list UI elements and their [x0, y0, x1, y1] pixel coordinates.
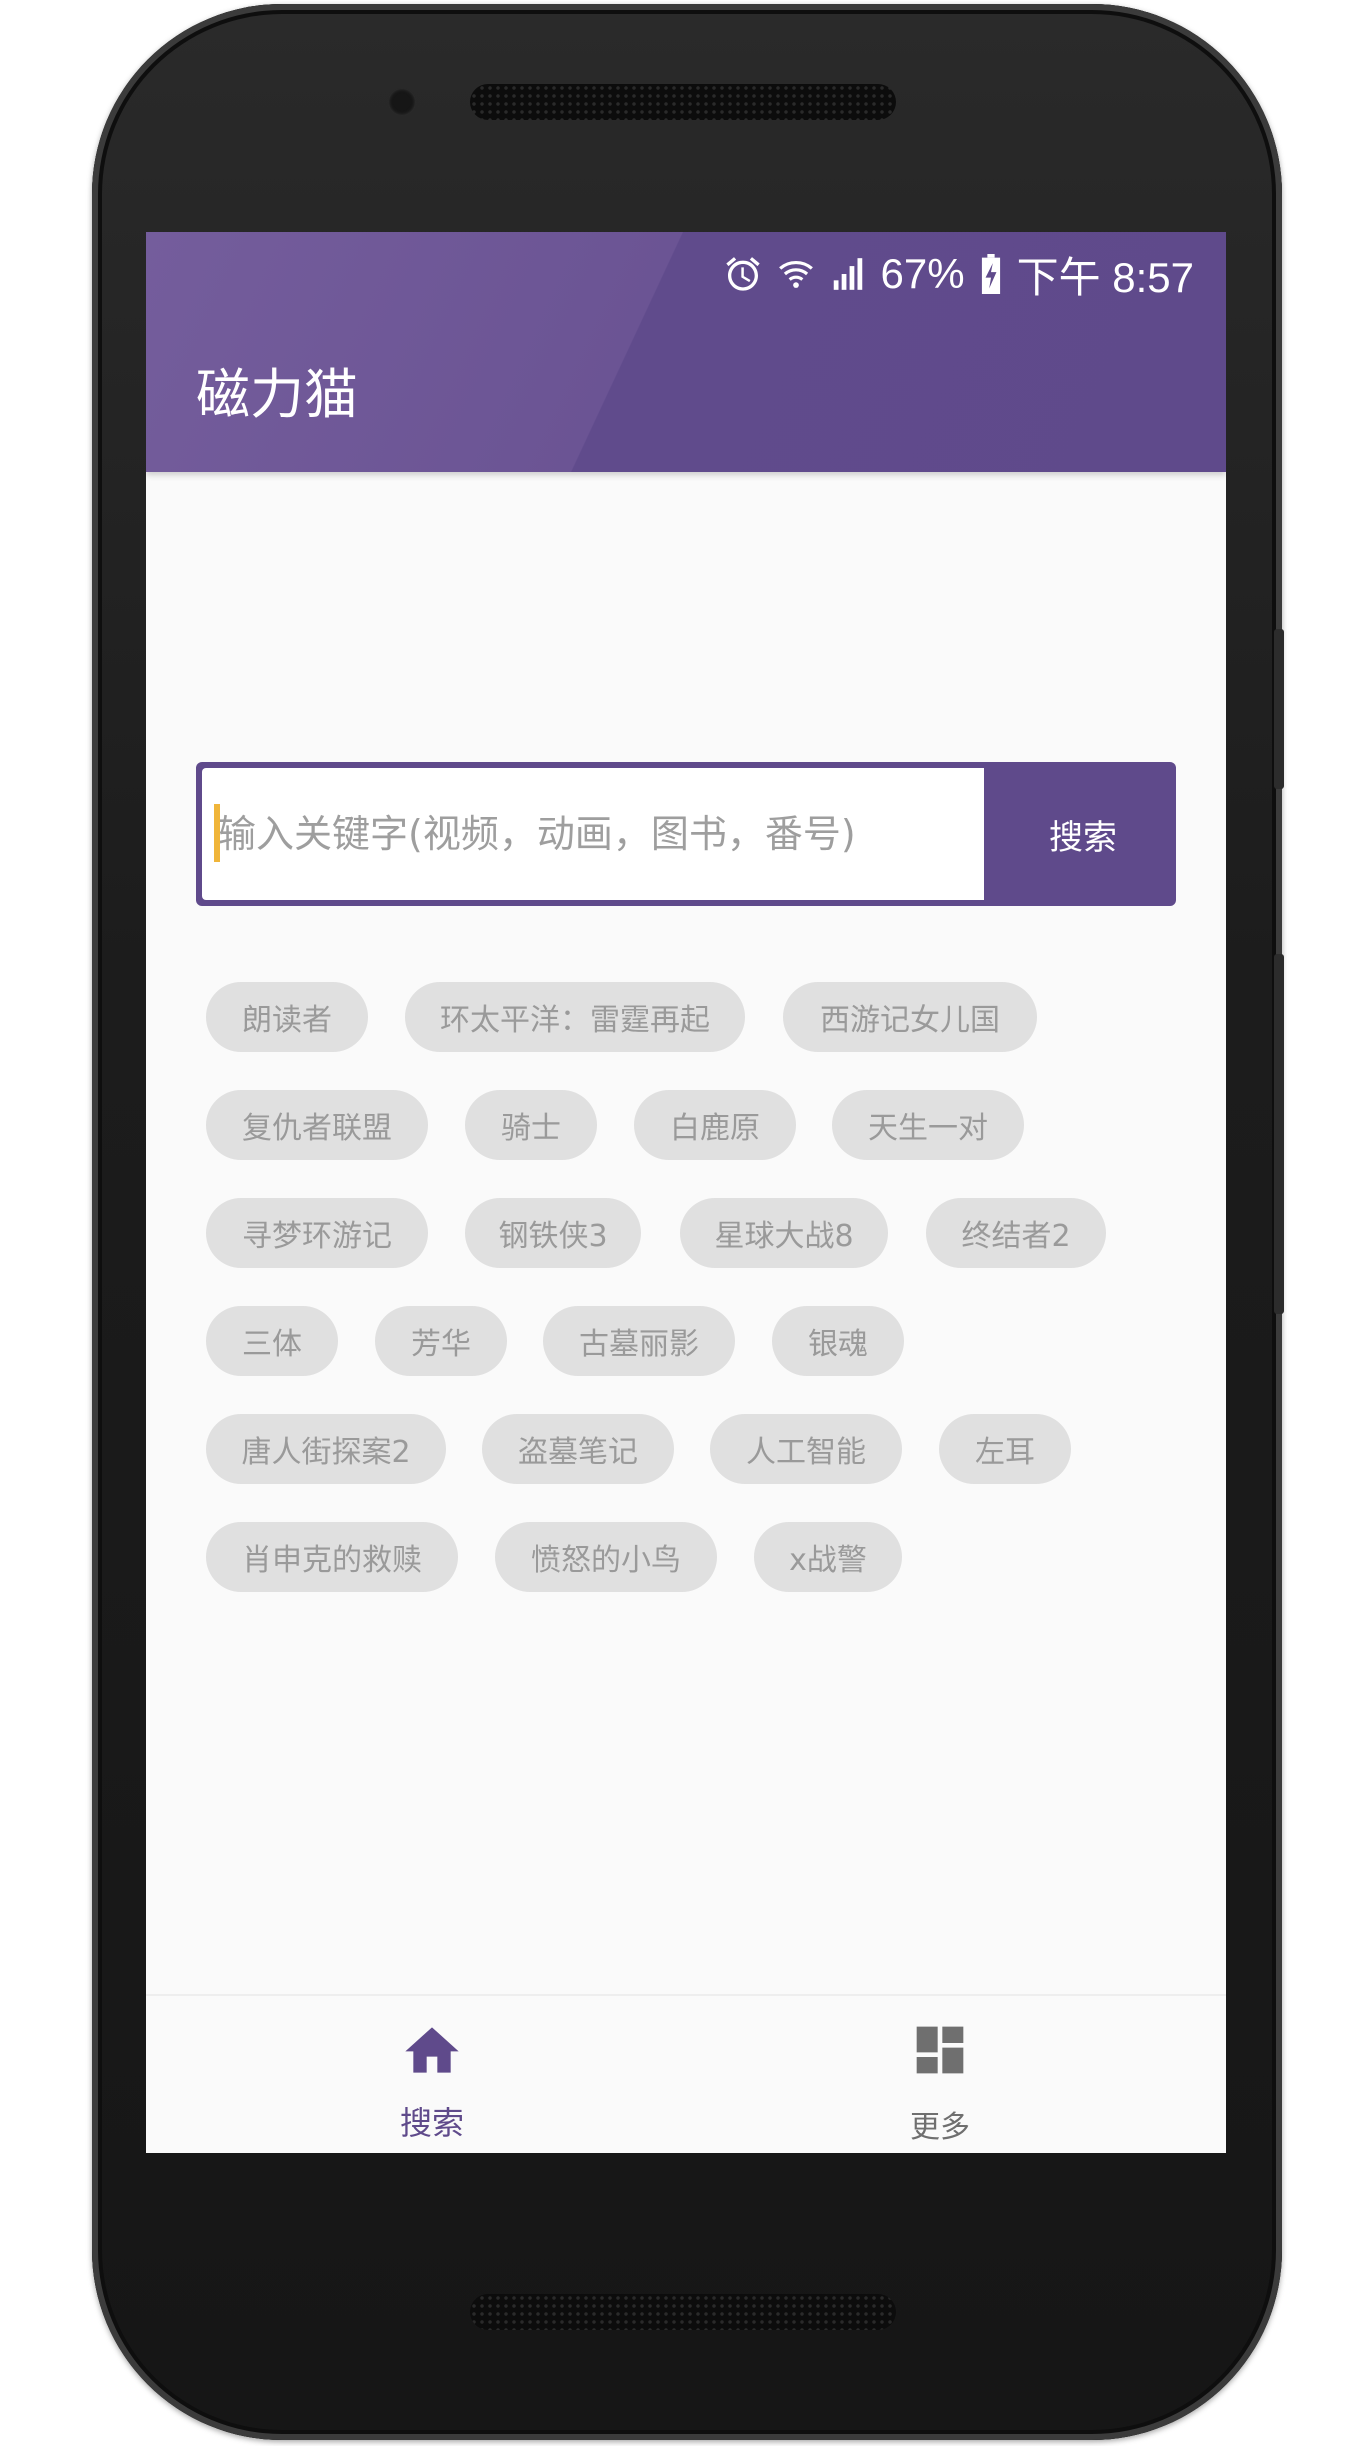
- keyword-chip[interactable]: 三体: [206, 1306, 338, 1376]
- clock: 下午 8:57: [1016, 253, 1194, 301]
- text-cursor: [214, 804, 220, 862]
- search-button[interactable]: 搜索: [990, 762, 1176, 906]
- keyword-chip[interactable]: 盗墓笔记: [482, 1414, 674, 1484]
- keyword-chip[interactable]: 芳华: [375, 1306, 507, 1376]
- signal-icon: [829, 255, 867, 293]
- keyword-chip[interactable]: 环太平洋：雷霆再起: [405, 982, 745, 1052]
- search-input[interactable]: [202, 768, 984, 900]
- power-button: [1274, 629, 1284, 789]
- nav-label-search: 搜索: [399, 2104, 464, 2142]
- keyword-chip[interactable]: 骑士: [465, 1090, 597, 1160]
- alarm-icon: [723, 254, 763, 294]
- home-icon: [400, 2016, 464, 2080]
- keyword-chip[interactable]: 寻梦环游记: [206, 1198, 428, 1268]
- keyword-chip[interactable]: x战警: [754, 1522, 902, 1592]
- keyword-chip[interactable]: 肖申克的救赎: [206, 1522, 458, 1592]
- keyword-chip[interactable]: 银魂: [772, 1306, 904, 1376]
- keyword-chip[interactable]: 西游记女儿国: [783, 982, 1037, 1052]
- bottom-navigation: 搜索 更多: [146, 1994, 1226, 2153]
- keyword-chip[interactable]: 钢铁侠3: [465, 1198, 641, 1268]
- top-speaker: [470, 84, 896, 120]
- keyword-chip[interactable]: 左耳: [939, 1414, 1071, 1484]
- keyword-chip[interactable]: 复仇者联盟: [206, 1090, 428, 1160]
- keyword-chip[interactable]: 终结者2: [926, 1198, 1106, 1268]
- keyword-chip[interactable]: 唐人街探案2: [206, 1414, 446, 1484]
- battery-percentage: 67%: [880, 250, 965, 297]
- keyword-chip[interactable]: 朗读者: [206, 982, 368, 1052]
- status-bar: 67% 下午 8:57: [723, 244, 1194, 304]
- bottom-speaker: [470, 2294, 896, 2330]
- keyword-chip[interactable]: 人工智能: [710, 1414, 902, 1484]
- phone-screen: 67% 下午 8:57 磁力猫 搜索 朗读者 环太平洋：雷霆再起 西游记女儿国 …: [146, 232, 1226, 2153]
- app-title: 磁力猫: [196, 363, 358, 426]
- nav-label-more: 更多: [910, 2110, 970, 2145]
- keyword-chip[interactable]: 星球大战8: [680, 1198, 888, 1268]
- nav-item-search[interactable]: 搜索: [162, 1996, 702, 2153]
- keyword-chip[interactable]: 愤怒的小鸟: [495, 1522, 717, 1592]
- keyword-chip[interactable]: 古墓丽影: [543, 1306, 735, 1376]
- app-bar: 67% 下午 8:57 磁力猫: [146, 232, 1226, 472]
- keyword-chip[interactable]: 天生一对: [832, 1090, 1024, 1160]
- volume-button: [1274, 954, 1284, 1314]
- dashboard-icon: [912, 2022, 968, 2082]
- search-bar: 搜索: [196, 762, 1176, 906]
- battery-charging-icon: [979, 254, 1003, 294]
- keyword-chip[interactable]: 白鹿原: [634, 1090, 796, 1160]
- front-camera: [388, 88, 416, 116]
- wifi-icon: [777, 254, 815, 294]
- nav-item-more[interactable]: 更多: [670, 1996, 1210, 2153]
